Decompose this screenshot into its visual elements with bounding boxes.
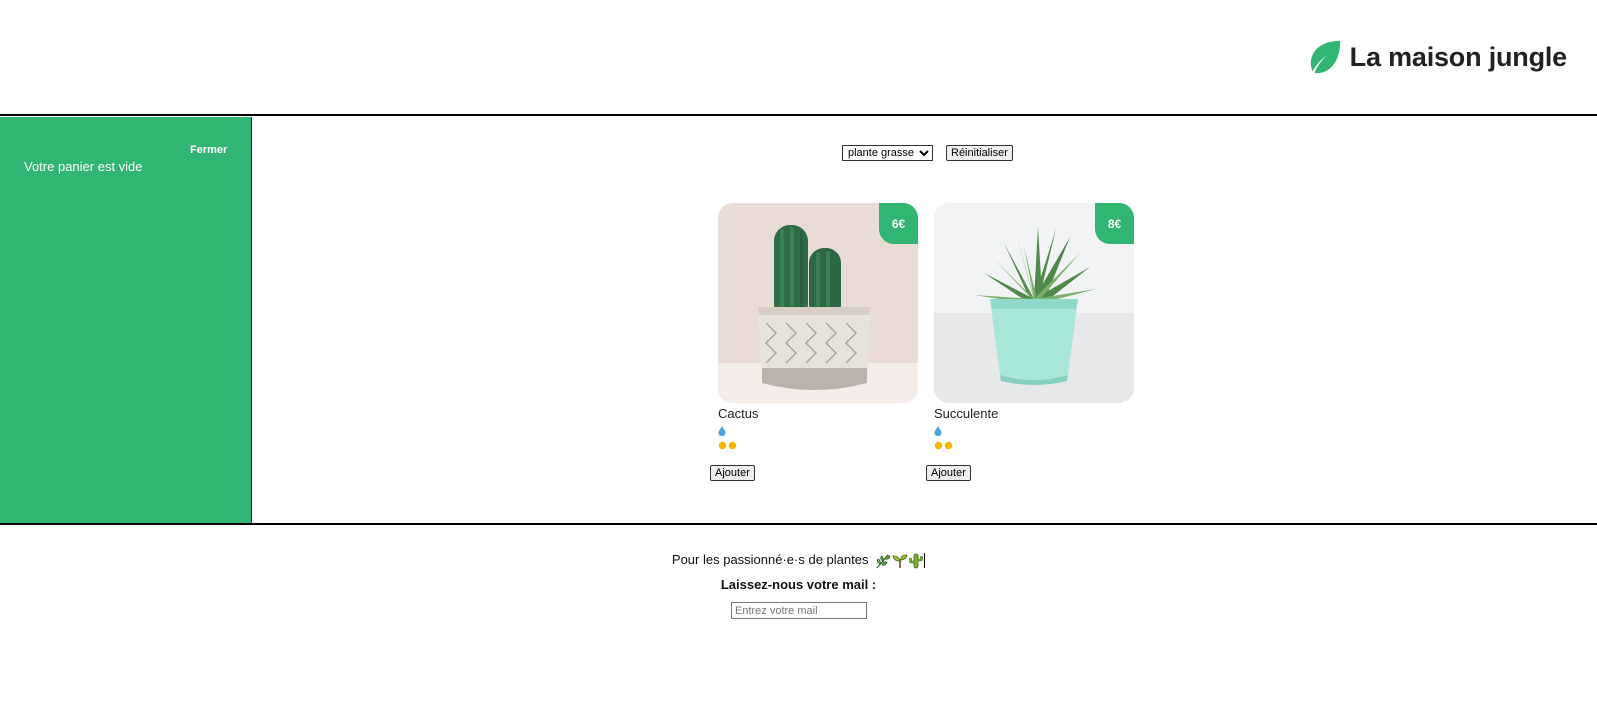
category-filter: plante grasse Réinitialiser (842, 145, 1013, 161)
cart-close-button[interactable]: Fermer (190, 144, 227, 156)
price-badge: 8€ (1095, 203, 1134, 244)
herb-icon (876, 554, 891, 568)
sun-icon (728, 441, 737, 450)
add-to-cart-button[interactable]: Ajouter (926, 465, 971, 481)
site-title: La maison jungle (1349, 41, 1568, 72)
light-scale (718, 438, 918, 453)
email-field[interactable] (731, 602, 867, 619)
water-scale (934, 423, 1134, 438)
footer-tagline-row: Pour les passionné·e·s de plantes (0, 552, 1597, 569)
cart-panel: Fermer Votre panier est vide (0, 117, 252, 523)
header: La maison jungle (0, 0, 1597, 116)
text-cursor (924, 553, 926, 569)
water-drop-icon (934, 425, 942, 436)
price-badge: 6€ (879, 203, 918, 244)
water-scale (718, 423, 918, 438)
leaf-icon (1310, 40, 1340, 74)
tagline-icons (875, 553, 926, 569)
brand: La maison jungle (1306, 38, 1567, 76)
category-select[interactable]: plante grasse (842, 145, 933, 161)
add-to-cart-button[interactable]: Ajouter (710, 465, 755, 481)
water-drop-icon (718, 425, 726, 436)
main-area: Fermer Votre panier est vide plante gras… (0, 117, 1597, 523)
plant-name: Succulente (934, 406, 999, 421)
plant-name: Cactus (718, 406, 759, 421)
seedling-icon (892, 554, 908, 568)
reset-button[interactable]: Réinitialiser (946, 145, 1013, 161)
sun-icon (944, 441, 953, 450)
cart-empty-text: Votre panier est vide (24, 159, 143, 174)
plant-item-succulente[interactable]: 8€ Succulente Ajouter (926, 203, 1134, 481)
plant-item-cactus[interactable]: 6€ Cactus Ajouter (710, 203, 918, 481)
cactus-icon (909, 553, 923, 568)
footer-mail-prompt: Laissez-nous votre mail : (720, 577, 877, 592)
sun-icon (718, 441, 727, 450)
light-scale (934, 438, 1134, 453)
sun-icon (934, 441, 943, 450)
footer-tagline: Pour les passionné·e·s de plantes (671, 552, 869, 567)
footer: Pour les passionné·e·s de plantes Laisse… (0, 523, 1597, 710)
